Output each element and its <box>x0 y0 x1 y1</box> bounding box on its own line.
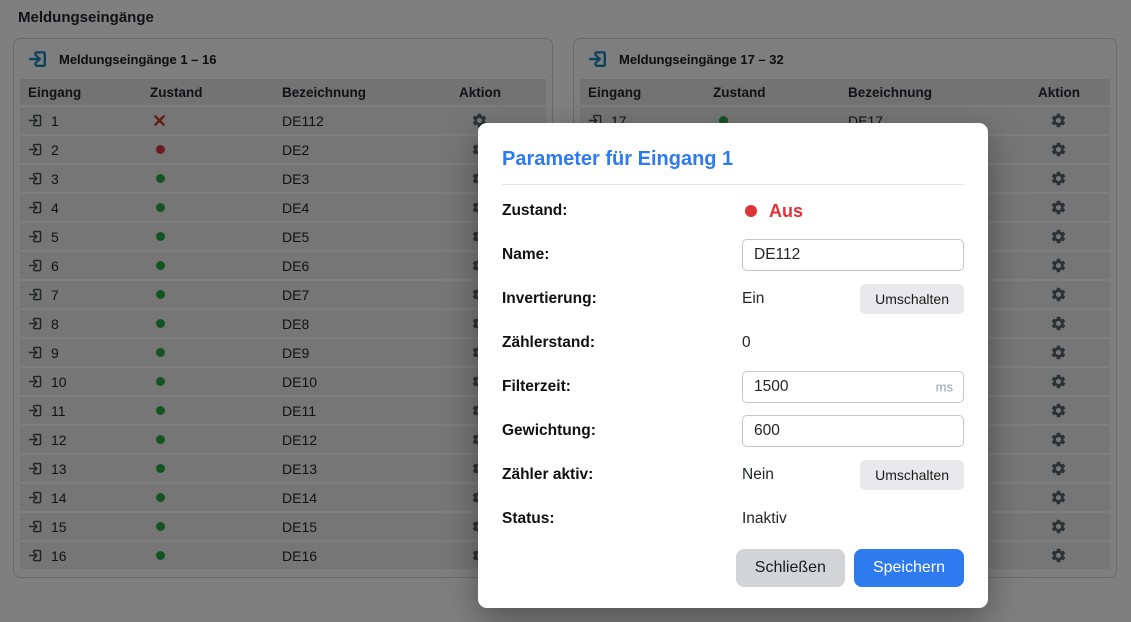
field-row-gewichtung: Gewichtung: <box>502 409 964 453</box>
field-label: Zähler aktiv: <box>502 466 742 484</box>
save-button[interactable]: Speichern <box>854 549 964 587</box>
name-input[interactable] <box>742 239 964 271</box>
field-row-name: Name: <box>502 233 964 277</box>
field-label: Gewichtung: <box>502 422 742 440</box>
status-red-dot <box>745 205 757 217</box>
field-label: Zählerstand: <box>502 334 742 352</box>
field-label: Invertierung: <box>502 290 742 308</box>
modal-title: Parameter für Eingang 1 <box>502 148 964 171</box>
invertierung-value: Ein <box>742 290 764 308</box>
field-row-status: Status:Inaktiv <box>502 497 964 541</box>
close-button[interactable]: Schließen <box>736 549 845 587</box>
zaehler_aktiv-value: Nein <box>742 466 774 484</box>
parameter-modal: Parameter für Eingang 1 Zustand: Aus Name:… <box>478 123 988 608</box>
field-label: Filterzeit: <box>502 378 742 396</box>
divider <box>502 184 964 185</box>
field-label: Status: <box>502 510 742 528</box>
field-row-invertierung: Invertierung:Ein Umschalten <box>502 277 964 321</box>
filterzeit-input[interactable] <box>742 371 964 403</box>
gewichtung-input[interactable] <box>742 415 964 447</box>
zustand-value: Aus <box>769 201 803 222</box>
field-row-zaehlerstand: Zählerstand:0 <box>502 321 964 365</box>
field-label: Name: <box>502 246 742 264</box>
field-row-zaehler_aktiv: Zähler aktiv:Nein Umschalten <box>502 453 964 497</box>
field-row-filterzeit: Filterzeit:ms <box>502 365 964 409</box>
field-label: Zustand: <box>502 202 742 220</box>
zaehlerstand-value: 0 <box>742 334 751 352</box>
invertierung-toggle-button[interactable]: Umschalten <box>860 284 964 314</box>
zaehler_aktiv-toggle-button[interactable]: Umschalten <box>860 460 964 490</box>
modal-footer: Schließen Speichern <box>502 549 964 587</box>
field-row-zustand: Zustand: Aus <box>502 189 964 233</box>
status-value: Inaktiv <box>742 510 787 528</box>
